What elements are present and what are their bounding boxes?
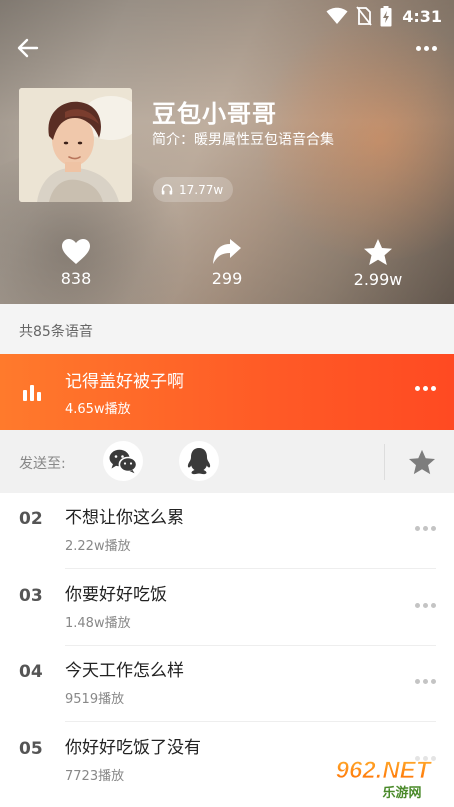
- playing-track-title: 记得盖好被子啊: [65, 372, 184, 392]
- favorite-button[interactable]: 2.99w: [318, 238, 438, 289]
- more-dots-icon: [423, 603, 428, 608]
- voice-count-bar: 共85条语音: [0, 304, 454, 354]
- more-dots-icon: [415, 45, 421, 51]
- track-row[interactable]: 02 不想让你这么累 2.22w播放: [0, 493, 454, 569]
- more-dots-icon: [415, 526, 420, 531]
- qq-icon: [187, 448, 211, 475]
- track-index: 05: [19, 739, 43, 759]
- track-row[interactable]: 03 你要好好吃饭 1.48w播放: [0, 570, 454, 646]
- send-favorite-button[interactable]: [407, 448, 437, 476]
- cover-portrait: [19, 88, 132, 202]
- track-plays: 2.22w播放: [65, 539, 131, 554]
- row-divider: [65, 568, 436, 569]
- track-row[interactable]: 04 今天工作怎么样 9519播放: [0, 646, 454, 722]
- more-dots-icon: [415, 386, 420, 391]
- singer-cover-image: [19, 88, 132, 202]
- row-divider: [65, 721, 436, 722]
- track-title: 不想让你这么累: [65, 508, 184, 528]
- more-dots-icon: [431, 526, 436, 531]
- track-title: 今天工作怎么样: [65, 661, 184, 681]
- send-to-label: 发送至:: [19, 456, 66, 472]
- more-dots-icon: [423, 386, 428, 391]
- like-count: 838: [60, 269, 92, 288]
- equalizer-bar: [37, 392, 41, 401]
- track-more-button[interactable]: [415, 526, 436, 531]
- watermark-bottom-text: 乐游网: [382, 785, 421, 801]
- more-dots-icon: [431, 45, 437, 51]
- more-dots-icon: [423, 45, 429, 51]
- send-to-bar: [0, 430, 454, 493]
- voice-count-text: 共85条语音: [19, 324, 93, 340]
- star-icon: [409, 449, 435, 475]
- track-plays: 9519播放: [65, 692, 125, 707]
- status-bar: 4:31: [0, 0, 454, 32]
- more-dots-icon: [415, 603, 420, 608]
- singer-intro: 简介：暖男属性豆包语音合集: [152, 132, 334, 148]
- send-wechat-button[interactable]: [103, 441, 143, 481]
- more-dots-icon: [415, 679, 420, 684]
- wechat-icon: [109, 449, 138, 474]
- track-more-button[interactable]: [415, 679, 436, 684]
- more-dots-icon: [423, 526, 428, 531]
- equalizer-icon: [23, 385, 45, 401]
- watermark-top-text: 962.NET: [336, 757, 433, 784]
- status-icons: 4:31: [326, 4, 442, 28]
- track-index: 03: [19, 586, 43, 606]
- track-title: 你好好吃饭了没有: [65, 738, 201, 758]
- play-count-text: 17.77w: [179, 182, 224, 197]
- headphones-icon: [161, 184, 173, 195]
- more-options-button[interactable]: [412, 38, 440, 58]
- favorite-count: 2.99w: [353, 270, 403, 289]
- track-title: 你要好好吃饭: [65, 585, 167, 605]
- send-bar-divider: [384, 444, 385, 480]
- track-more-button[interactable]: [415, 603, 436, 608]
- track-plays: 7723播放: [65, 769, 125, 784]
- play-count-badge: 17.77w: [153, 177, 234, 202]
- share-button[interactable]: 299: [167, 238, 287, 288]
- more-dots-icon: [431, 679, 436, 684]
- equalizer-bar: [30, 385, 34, 401]
- share-arrow-icon: [213, 239, 241, 264]
- playing-track-row[interactable]: [0, 354, 454, 430]
- more-dots-icon: [423, 679, 428, 684]
- no-sim-icon: [356, 6, 372, 26]
- share-count: 299: [211, 269, 243, 288]
- heart-icon: [62, 239, 90, 264]
- back-button[interactable]: [12, 34, 44, 62]
- battery-charging-icon: [380, 5, 392, 26]
- singer-title: 豆包小哥哥: [152, 100, 277, 128]
- wifi-icon: [326, 7, 348, 24]
- track-plays: 1.48w播放: [65, 616, 131, 631]
- more-dots-icon: [431, 386, 436, 391]
- playing-track-more-button[interactable]: [415, 386, 436, 391]
- arrow-left-icon: [17, 38, 39, 58]
- status-time: 4:31: [402, 6, 442, 26]
- like-button[interactable]: 838: [16, 238, 136, 288]
- track-index: 02: [19, 509, 43, 529]
- more-dots-icon: [431, 603, 436, 608]
- send-qq-button[interactable]: [179, 441, 219, 481]
- site-watermark-logo: 962.NET 乐游网: [318, 753, 448, 801]
- equalizer-bar: [23, 390, 27, 401]
- track-index: 04: [19, 662, 43, 682]
- star-icon: [364, 239, 392, 265]
- playing-track-plays: 4.65w播放: [65, 402, 131, 417]
